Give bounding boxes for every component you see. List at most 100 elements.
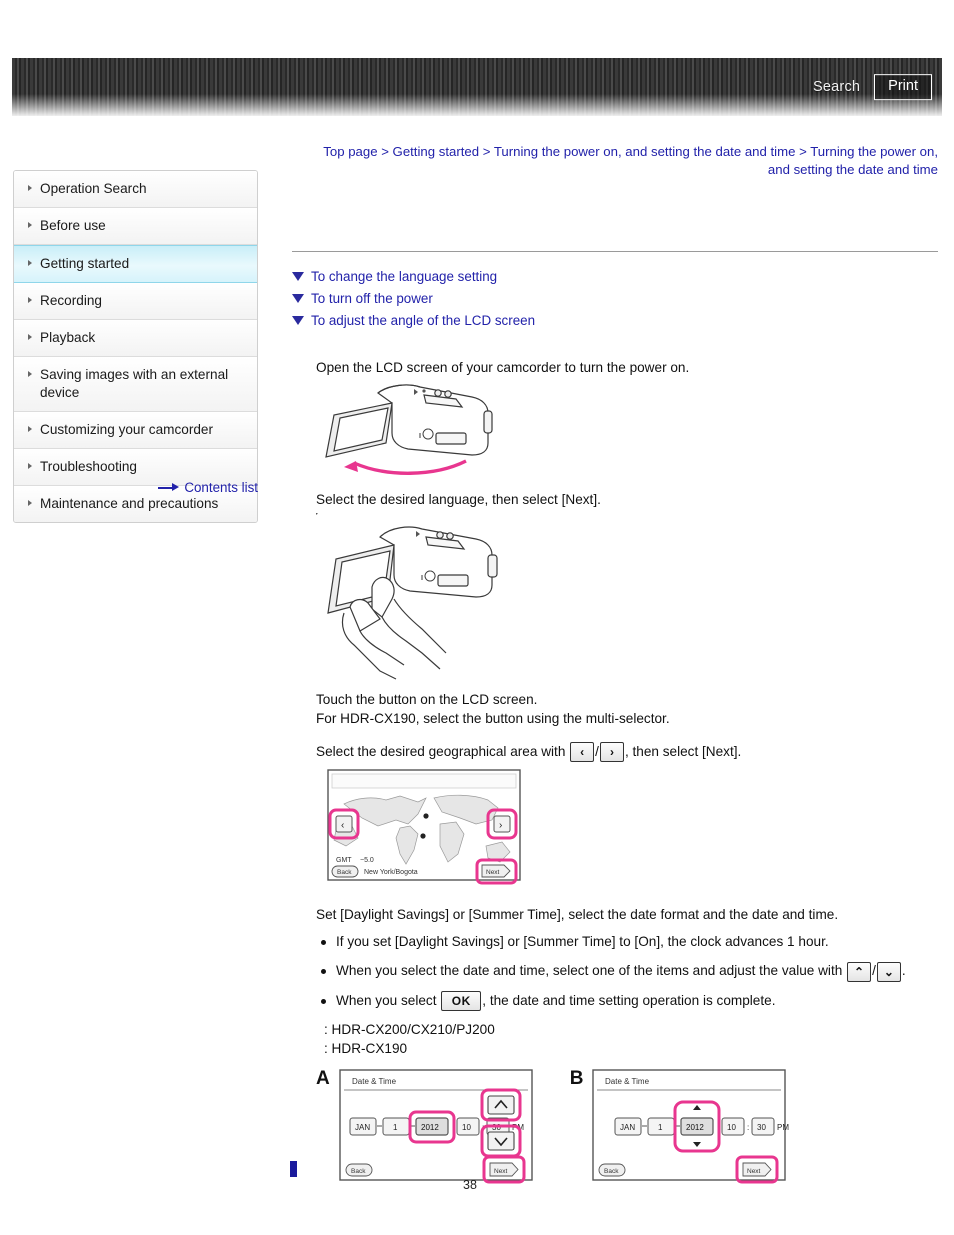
header-controls: Search Print <box>813 74 932 100</box>
down-arrow-key-icon: ⌄ <box>876 961 901 982</box>
step-4-notes: If you set [Daylight Savings] or [Summer… <box>316 932 941 1012</box>
ok-key-icon: OK <box>441 991 482 1012</box>
search-link[interactable]: Search <box>813 79 860 95</box>
svg-text:JAN: JAN <box>620 1123 635 1132</box>
screen-label-a: A <box>316 1068 330 1090</box>
sidebar-item-playback[interactable]: Playback <box>14 320 257 357</box>
triangle-down-icon <box>292 316 304 325</box>
bullet-arrow-icon <box>28 426 32 432</box>
month-field-a: JAN <box>349 1117 377 1136</box>
bullet-arrow-icon <box>28 371 32 377</box>
svg-text:2012: 2012 <box>686 1123 704 1132</box>
toc-link-label: To change the language setting <box>311 269 498 284</box>
datetime-title-b: Date & Time <box>605 1077 650 1086</box>
bullet-arrow-icon <box>28 260 32 266</box>
svg-text:Back: Back <box>337 869 352 876</box>
datetime-screen-a-svg: Date & Time JAN 1 2012 10: 30 PM Back N… <box>339 1069 533 1184</box>
triangle-down-icon <box>292 272 304 281</box>
day-field-a: 1 <box>382 1117 410 1136</box>
toc-link-language-setting[interactable]: To change the language setting <box>292 269 932 284</box>
content-divider <box>292 251 938 252</box>
sidebar-item-label: Customizing your camcorder <box>40 422 214 437</box>
svg-text:Next: Next <box>747 1168 761 1175</box>
sidebar-nav: Operation Search Before use Getting star… <box>13 170 258 523</box>
svg-text:2012: 2012 <box>421 1123 439 1132</box>
datetime-screen-a-block: A Date & Time JAN 1 2012 10: 30 PM Back… <box>316 1068 542 1188</box>
note-touch-button: Touch the button on the LCD screen. <box>316 692 538 707</box>
triangle-down-icon <box>292 294 304 303</box>
bullet-arrow-icon <box>28 463 32 469</box>
camcorder-touch-language-illustration <box>314 511 941 688</box>
svg-text:10: 10 <box>462 1123 471 1132</box>
print-button[interactable]: Print <box>874 74 932 100</box>
sidebar-item-label: Getting started <box>40 256 130 271</box>
toc-link-turn-off-power[interactable]: To turn off the power <box>292 291 932 306</box>
bullet-arrow-icon <box>28 185 32 191</box>
sidebar-item-getting-started[interactable]: Getting started <box>14 245 257 283</box>
svg-text:1: 1 <box>393 1123 398 1132</box>
camcorder-open-lcd-illustration <box>316 381 941 486</box>
camcorder-svg <box>325 384 493 475</box>
svg-text:‹: ‹ <box>341 820 344 831</box>
bullet-select-ok-text: When you select <box>336 992 441 1008</box>
svg-text:›: › <box>499 820 502 831</box>
left-arrow-key-icon: ‹ <box>570 742 595 763</box>
svg-text:Back: Back <box>351 1168 366 1175</box>
gmt-label: GMT <box>336 857 352 864</box>
sidebar-item-before-use[interactable]: Before use <box>14 208 257 245</box>
svg-text:Next: Next <box>486 869 500 876</box>
svg-text:JAN: JAN <box>355 1123 370 1132</box>
sidebar-item-label: Playback <box>40 330 96 345</box>
map-screen-svg: GMT −5.0 Back New York/Bogota ‹ › Next <box>327 769 521 885</box>
breadcrumb[interactable]: Top page > Getting started > Turning the… <box>300 143 938 179</box>
gmt-value: −5.0 <box>360 857 374 864</box>
sidebar-item-recording[interactable]: Recording <box>14 283 257 320</box>
right-arrow-key-icon: › <box>599 742 624 763</box>
sidebar-item-label: Saving images with an external device <box>40 367 229 400</box>
area-name: New York/Bogota <box>364 869 418 876</box>
page-number: 38 <box>463 1178 477 1192</box>
model-label-a: : HDR-CX200/CX210/PJ200 <box>324 1022 495 1038</box>
step-1-text: Open the LCD screen of your camcorder to… <box>316 360 690 375</box>
back-button-map: Back <box>331 865 359 878</box>
sidebar-item-label: Operation Search <box>40 181 147 196</box>
datetime-screen-b-svg: Date & Time JAN 1 2012 10: 30 PM Back N… <box>592 1069 790 1184</box>
arrow-right-icon <box>158 483 180 493</box>
toc-link-label: To adjust the angle of the LCD screen <box>311 313 536 328</box>
svg-text:Back: Back <box>604 1168 619 1175</box>
step-3-text: Select the desired geographical area wit… <box>316 742 941 763</box>
hour-field-b: 10 <box>721 1117 745 1136</box>
day-field-b: 1 <box>647 1117 675 1136</box>
svg-text:30: 30 <box>757 1123 766 1132</box>
toc-link-list: To change the language setting To turn o… <box>292 269 932 335</box>
bullet-select-ok: When you select OK, the date and time se… <box>316 991 941 1012</box>
bullet-arrow-icon <box>28 297 32 303</box>
month-field-b: JAN <box>614 1117 642 1136</box>
datetime-title-a: Date & Time <box>352 1077 397 1086</box>
sidebar-item-label: Before use <box>40 218 106 233</box>
model-label-b: : HDR-CX190 <box>324 1041 408 1057</box>
sidebar-item-saving-images[interactable]: Saving images with an external device <box>14 357 257 412</box>
meridiem-b: PM <box>777 1123 789 1132</box>
sidebar-item-label: Recording <box>40 293 102 308</box>
toc-link-lcd-angle[interactable]: To adjust the angle of the LCD screen <box>292 313 932 328</box>
sidebar-item-label: Troubleshooting <box>40 459 137 474</box>
bullet-adjust-value: When you select the date and time, selec… <box>316 961 941 982</box>
screen-label-b: B <box>569 1068 584 1090</box>
minute-field-b: 30 <box>751 1117 775 1136</box>
svg-text:10: 10 <box>727 1123 736 1132</box>
bullet-arrow-icon <box>28 500 32 506</box>
contents-list-link[interactable]: Contents list <box>184 480 258 495</box>
datetime-screens-row: A Date & Time JAN 1 2012 10: 30 PM Back… <box>316 1068 941 1188</box>
header-band: Search Print <box>12 58 942 116</box>
instruction-steps: Open the LCD screen of your camcorder to… <box>314 358 941 1188</box>
step-3-suffix: , then select [Next]. <box>624 744 742 759</box>
toc-link-label: To turn off the power <box>311 291 433 306</box>
step-2-text: Select the desired language, then select… <box>316 492 601 507</box>
svg-text::: : <box>747 1123 749 1132</box>
sidebar-item-customizing[interactable]: Customizing your camcorder <box>14 412 257 449</box>
key-separator: / <box>872 963 876 979</box>
svg-text:1: 1 <box>658 1123 663 1132</box>
sidebar-item-operation-search[interactable]: Operation Search <box>14 171 257 208</box>
bullet-adjust-value-text: When you select the date and time, selec… <box>336 963 847 979</box>
